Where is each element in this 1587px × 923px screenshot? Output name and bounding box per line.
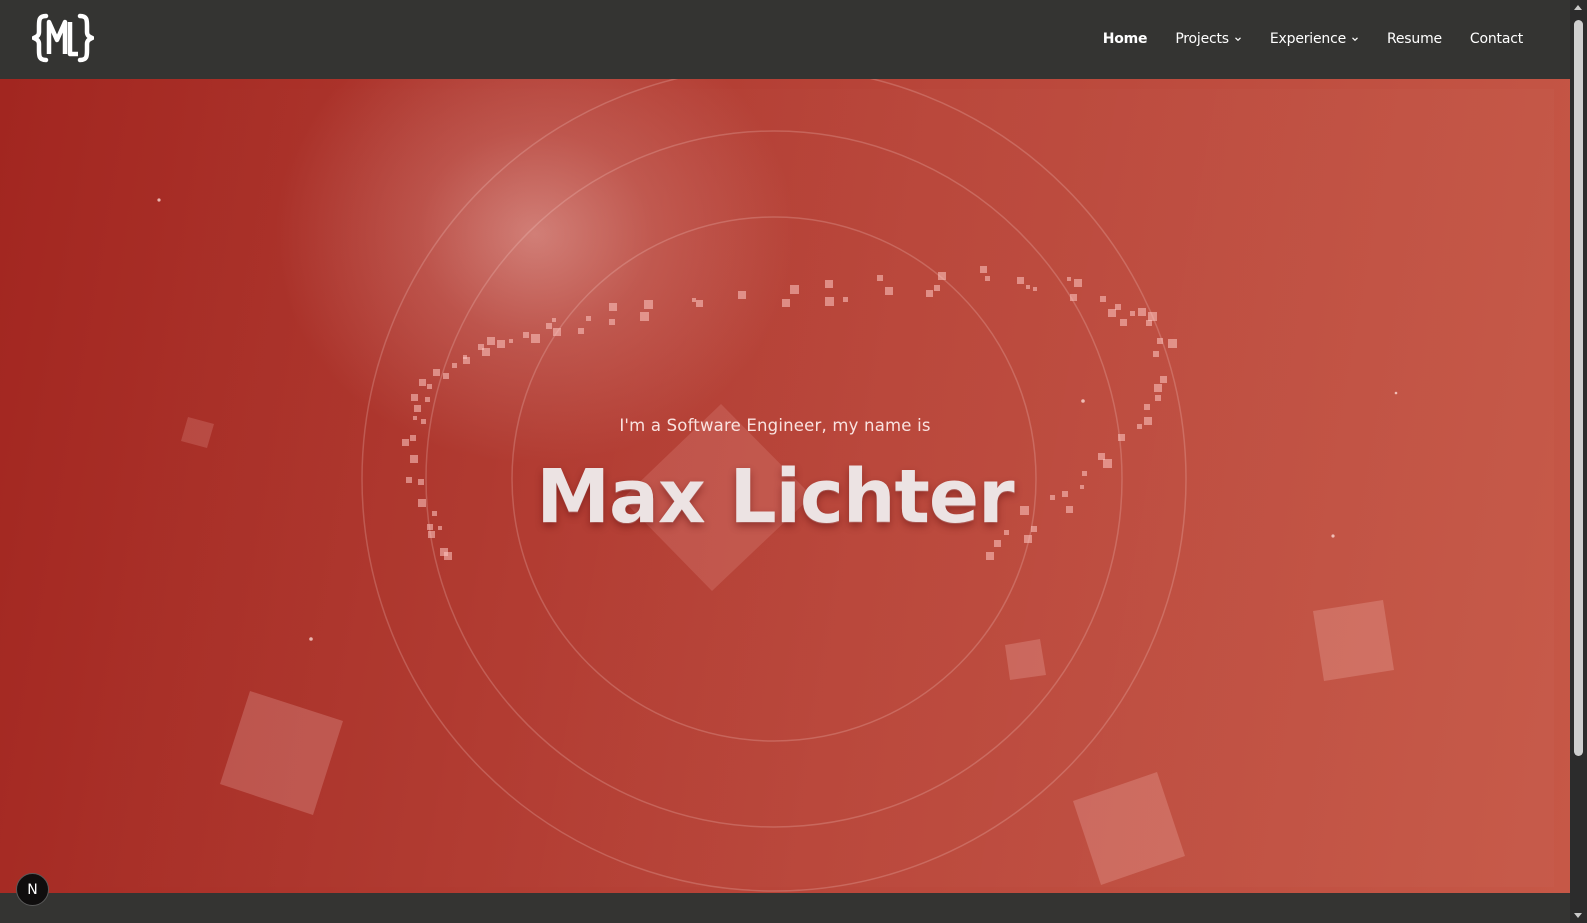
- nav-home-link[interactable]: Home: [1103, 28, 1148, 50]
- nav-experience-dropdown[interactable]: Experience: [1270, 28, 1359, 50]
- nav-resume-label: Resume: [1386, 31, 1442, 47]
- scrollbar-thumb[interactable]: [1574, 20, 1583, 756]
- dev-tools-badge-label: N: [27, 881, 38, 898]
- logo-icon: [28, 13, 98, 63]
- page: Home Projects Experience Resume Contact: [0, 0, 1587, 923]
- main-nav: Home Projects Experience Resume Contact: [1075, 28, 1524, 50]
- page-scrollbar[interactable]: [1570, 0, 1587, 923]
- logo[interactable]: [28, 10, 98, 66]
- navbar: Home Projects Experience Resume Contact: [0, 0, 1570, 79]
- hero-section: I'm a Software Engineer, my name is Max …: [0, 79, 1570, 893]
- nav-home-label: Home: [1102, 31, 1148, 47]
- dev-tools-badge[interactable]: N: [16, 873, 49, 906]
- scroll-up-icon[interactable]: [1574, 5, 1582, 10]
- bottom-strip: [0, 893, 1570, 923]
- hero-name-heading: Max Lichter: [536, 454, 1014, 540]
- chevron-down-icon: [1234, 37, 1241, 42]
- nav-experience-label: Experience: [1269, 31, 1346, 47]
- scroll-down-icon[interactable]: [1574, 913, 1582, 918]
- nav-projects-dropdown[interactable]: Projects: [1175, 28, 1242, 50]
- nav-contact-label: Contact: [1469, 31, 1523, 47]
- chevron-down-icon: [1352, 37, 1358, 42]
- hero-subtitle: I'm a Software Engineer, my name is: [619, 416, 931, 435]
- nav-projects-label: Projects: [1175, 31, 1229, 47]
- nav-contact-link[interactable]: Contact: [1470, 28, 1523, 50]
- nav-resume-link[interactable]: Resume: [1387, 28, 1442, 50]
